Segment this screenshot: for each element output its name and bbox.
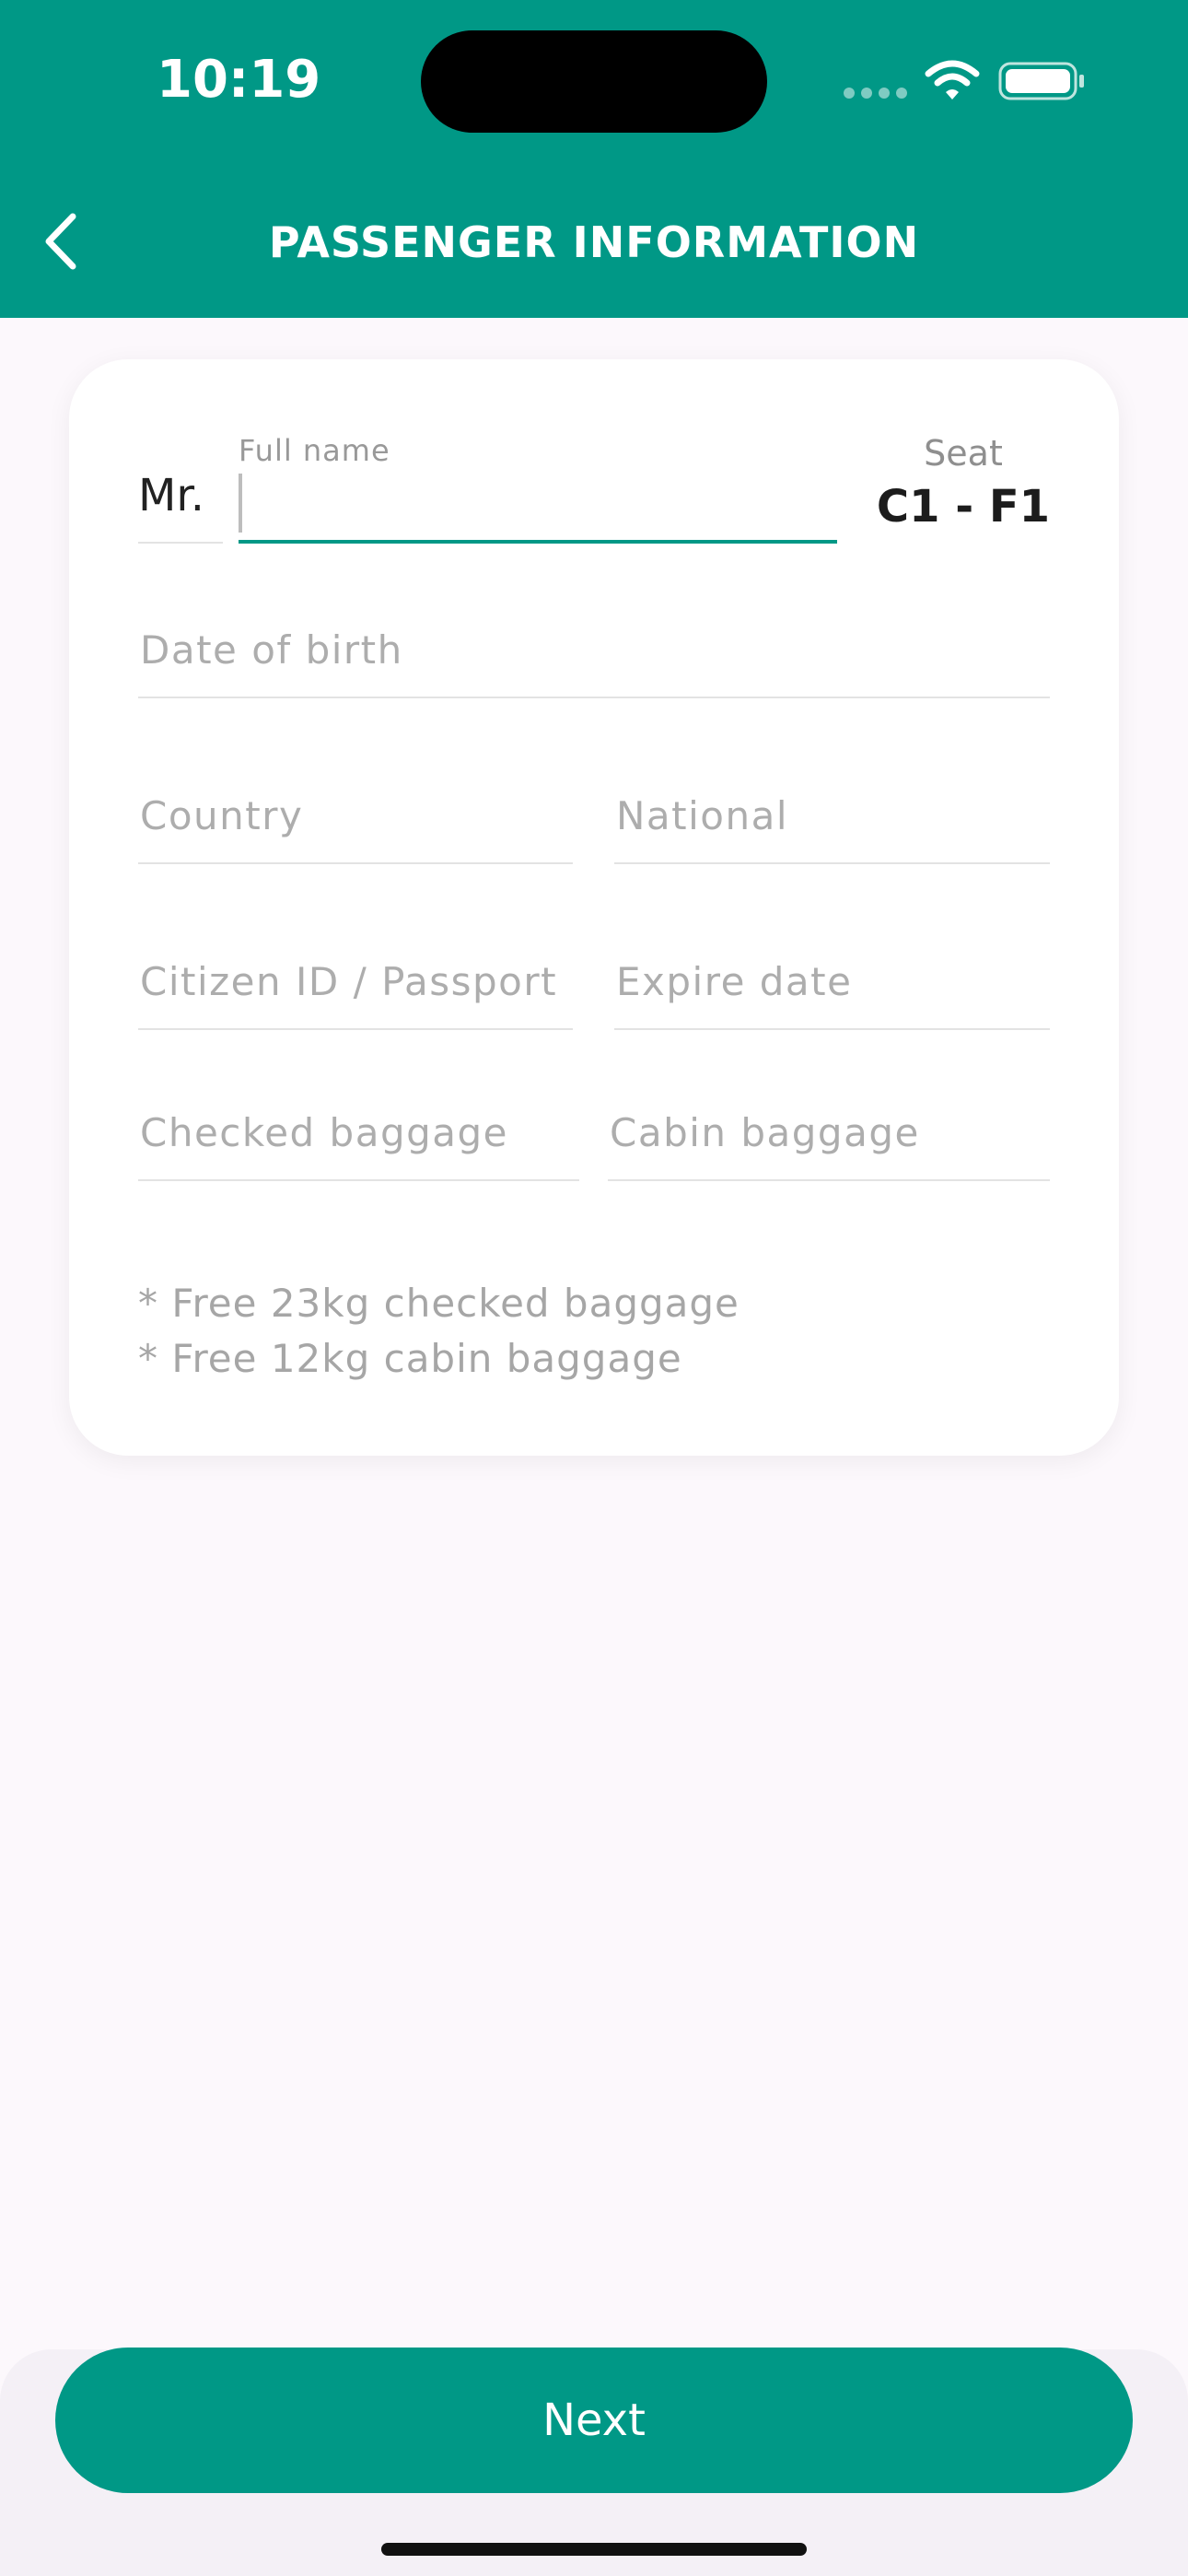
checked-baggage-note: * Free 23kg checked baggage: [138, 1281, 740, 1326]
national-placeholder: National: [616, 793, 789, 838]
home-indicator: [381, 2543, 807, 2556]
app-header: 10:19 PASSENGER INFORMATION: [0, 0, 1188, 318]
wifi-icon: [925, 60, 980, 100]
status-time: 10:19: [157, 50, 321, 110]
full-name-input[interactable]: [239, 470, 837, 544]
seat-label: Seat: [924, 433, 1003, 474]
date-of-birth-placeholder: Date of birth: [140, 627, 403, 673]
date-of-birth-field[interactable]: Date of birth: [138, 590, 1050, 698]
next-button[interactable]: Next: [55, 2348, 1133, 2493]
national-field[interactable]: National: [614, 755, 1050, 864]
title-selector[interactable]: Mr.: [138, 461, 223, 544]
checked-baggage-placeholder: Checked baggage: [140, 1110, 509, 1155]
cabin-baggage-field[interactable]: Cabin baggage: [608, 1080, 1050, 1181]
back-button[interactable]: [28, 205, 92, 278]
expire-date-placeholder: Expire date: [616, 959, 853, 1004]
chevron-left-icon: [45, 213, 76, 270]
text-cursor: [239, 474, 242, 533]
cabin-baggage-placeholder: Cabin baggage: [610, 1110, 920, 1155]
battery-icon: [998, 62, 1084, 100]
citizen-id-passport-field[interactable]: Citizen ID / Passport: [138, 921, 573, 1030]
country-placeholder: Country: [140, 793, 304, 838]
expire-date-field[interactable]: Expire date: [614, 921, 1050, 1030]
dynamic-island: [421, 30, 767, 133]
cabin-baggage-note: * Free 12kg cabin baggage: [138, 1336, 682, 1381]
checked-baggage-field[interactable]: Checked baggage: [138, 1080, 579, 1181]
title-value: Mr.: [138, 470, 204, 521]
citizen-id-passport-placeholder: Citizen ID / Passport: [140, 959, 558, 1004]
seat-value: C1 - F1: [876, 481, 1051, 533]
country-field[interactable]: Country: [138, 755, 573, 864]
full-name-label: Full name: [239, 433, 390, 468]
page-title: PASSENGER INFORMATION: [268, 217, 920, 267]
signal-icon: [844, 88, 907, 99]
